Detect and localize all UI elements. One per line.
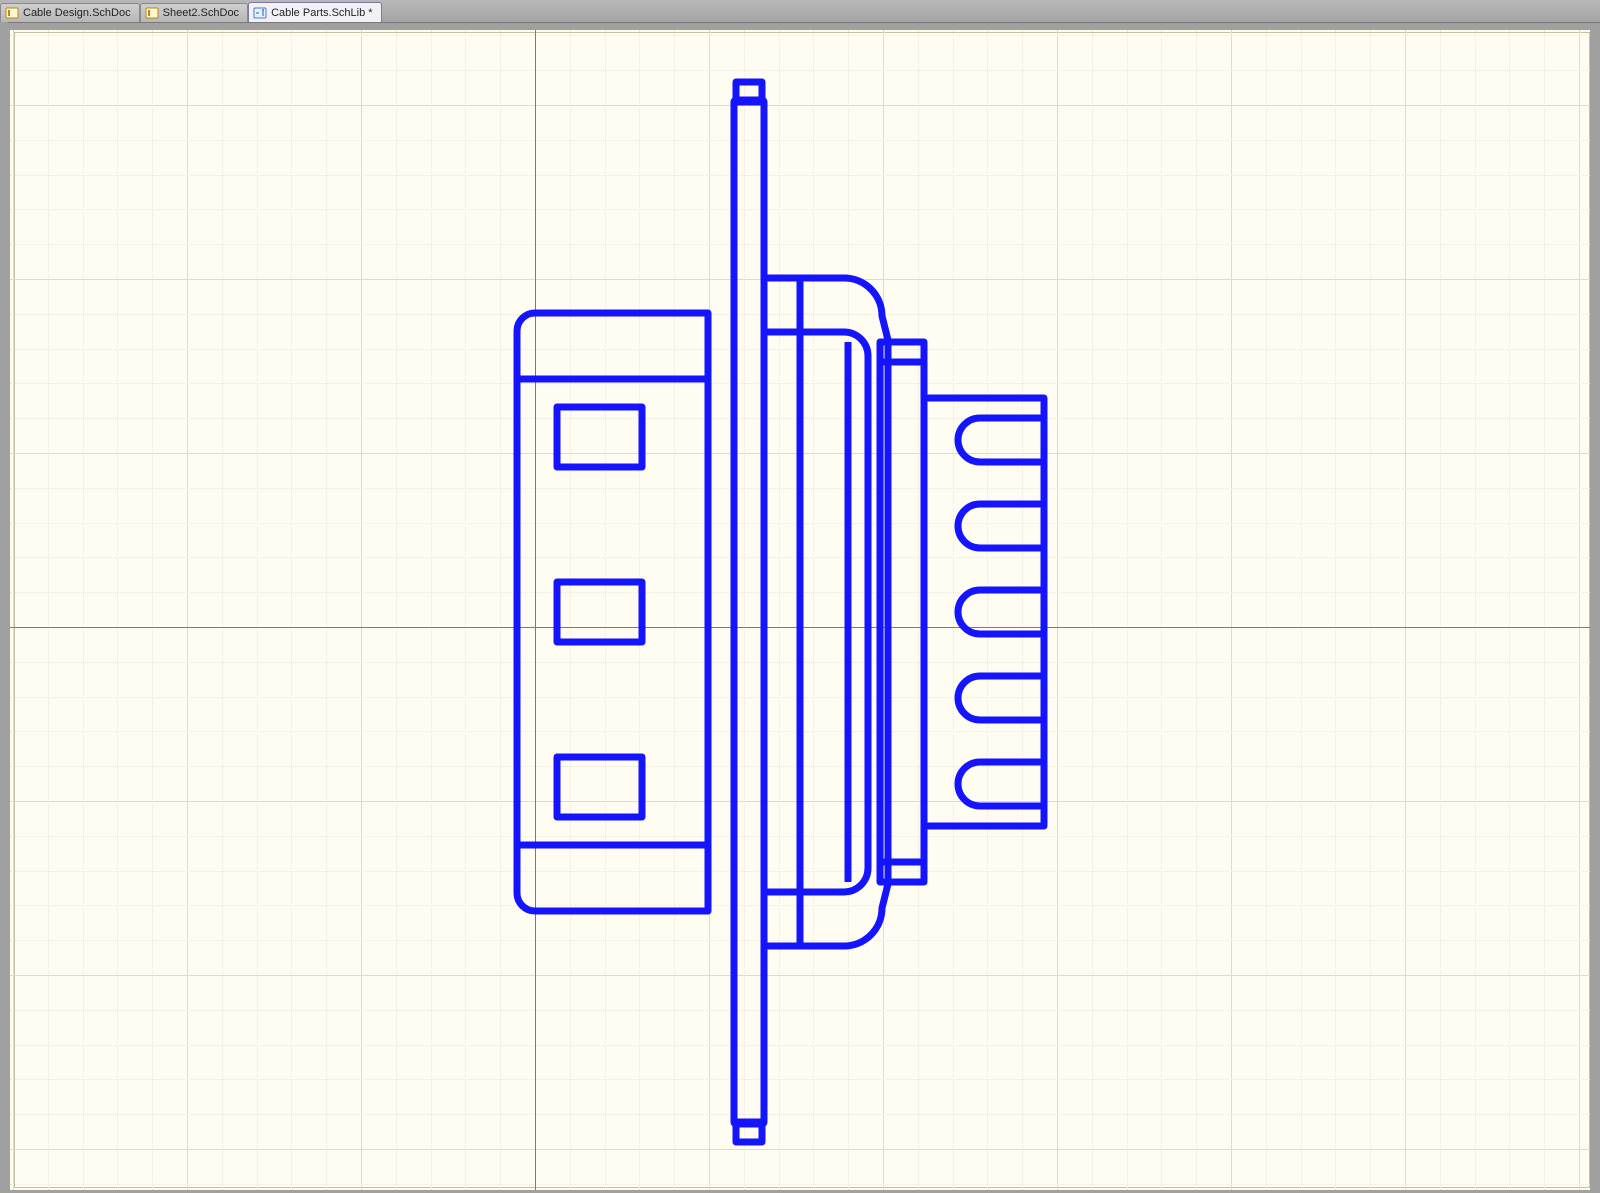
schematic-library-editor[interactable] — [0, 22, 1600, 1193]
tab-sheet2[interactable]: Sheet2.SchDoc — [140, 3, 248, 22]
schlib-icon — [253, 6, 267, 20]
component-drawing — [0, 22, 1600, 1193]
schdoc-icon — [145, 6, 159, 20]
tab-label: Sheet2.SchDoc — [163, 4, 239, 22]
left-gutter — [0, 22, 8, 1193]
tab-cable-design[interactable]: Cable Design.SchDoc — [0, 3, 140, 22]
schdoc-icon — [5, 6, 19, 20]
tab-label: Cable Parts.SchLib * — [271, 4, 373, 22]
tab-label: Cable Design.SchDoc — [23, 4, 131, 22]
tab-cable-parts[interactable]: Cable Parts.SchLib * — [248, 2, 382, 22]
document-tabbar: Cable Design.SchDoc Sheet2.SchDoc Cable … — [0, 0, 1600, 23]
